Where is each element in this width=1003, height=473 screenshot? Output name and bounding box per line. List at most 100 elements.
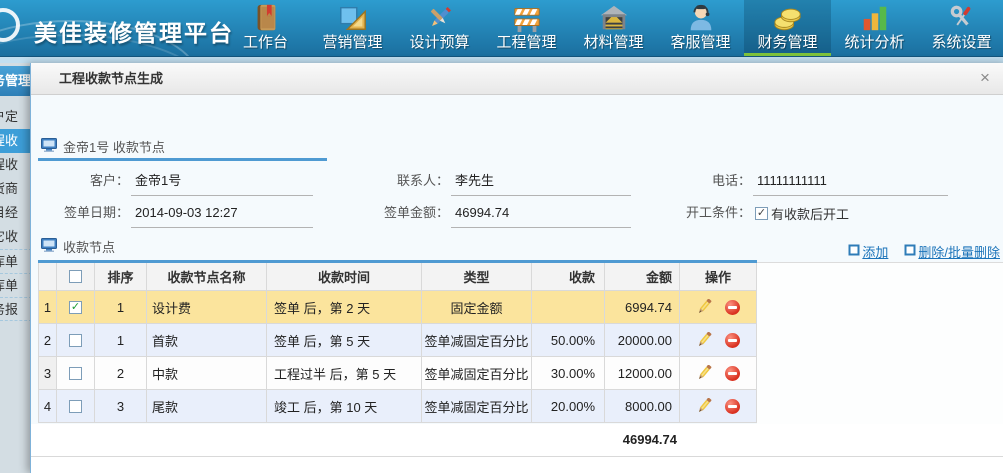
book-icon [222, 0, 309, 34]
phone-field[interactable]: 11111111111 [757, 173, 827, 189]
sidebar-item[interactable]: 务报 [0, 297, 32, 321]
ops-cell [680, 291, 757, 323]
app-title: 美佳装修管理平台 [34, 14, 234, 48]
edit-pencil-icon[interactable] [696, 332, 712, 348]
nav-item-label: 系统设置 [918, 34, 1003, 52]
row-checkbox[interactable]: ✓ [69, 301, 82, 314]
sidebar-items: 户定程收程收货商目经它收库单库单务报 [0, 105, 32, 321]
sign-date-field[interactable]: 2014-09-03 12:27 [135, 205, 238, 221]
order-cell: 1 [95, 291, 147, 323]
delete-minus-icon[interactable] [725, 399, 740, 414]
dialog-title: 工程收款节点生成 [59, 63, 163, 95]
nav-item[interactable]: 客服管理 [657, 0, 744, 57]
close-icon[interactable]: × [976, 69, 994, 87]
nav-item[interactable]: 工作台 [222, 0, 309, 57]
delete-minus-icon[interactable] [725, 333, 740, 348]
nav-item[interactable]: 系统设置 [918, 0, 1003, 57]
nav-item-label: 设计预算 [396, 34, 483, 52]
column-header: 操作 [680, 263, 757, 290]
nav-item[interactable]: 设计预算 [396, 0, 483, 57]
sidebar-item[interactable]: 户定 [0, 105, 32, 129]
column-header: 类型 [422, 263, 532, 290]
nav-item-label: 财务管理 [744, 34, 831, 52]
table-header-row: 排序收款节点名称收款时间类型收款金额操作 [39, 263, 757, 291]
phone-label: 电话： [651, 173, 751, 189]
name-cell: 首款 [147, 324, 267, 356]
sidebar-item[interactable]: 程收 [0, 153, 32, 177]
order-cell: 1 [95, 324, 147, 356]
start-condition-label: 开工条件： [651, 205, 751, 221]
sidebar-item[interactable]: 库单 [0, 249, 32, 273]
sidebar-item[interactable]: 它收 [0, 225, 32, 249]
sidebar-item[interactable]: 货商 [0, 177, 32, 201]
field-underline [451, 195, 631, 196]
field-underline [451, 227, 631, 228]
edit-pencil-icon[interactable] [696, 299, 712, 315]
nav-item[interactable]: 统计分析 [831, 0, 918, 57]
customer-field[interactable]: 金帝1号 [135, 173, 181, 189]
start-condition-text: 有收款后开工 [771, 204, 849, 223]
time-cell: 签单 后，第 5 天 [267, 324, 422, 356]
section-payment-nodes: 收款节点 [41, 237, 115, 255]
row-number: 3 [39, 357, 57, 389]
amount-cell: 6994.74 [605, 291, 680, 323]
time-cell: 签单 后，第 2 天 [267, 291, 422, 323]
row-checkbox[interactable] [69, 400, 82, 413]
table-row[interactable]: 21首款签单 后，第 5 天签单减固定百分比50.00%20000.00 [39, 324, 757, 357]
tools-icon [918, 0, 1003, 34]
nav-item[interactable]: 工程管理 [483, 0, 570, 57]
edit-pencil-icon[interactable] [696, 365, 712, 381]
column-header [39, 263, 57, 290]
field-underline [753, 195, 948, 196]
nav-item[interactable]: 营销管理 [309, 0, 396, 57]
delete-batch-link[interactable]: 删除/批量删除 [904, 242, 1000, 261]
row-checkbox[interactable] [69, 367, 82, 380]
sign-date-label: 签单日期： [39, 205, 129, 221]
nav-item[interactable]: 材料管理 [570, 0, 657, 57]
start-condition-group: ✓ 有收款后开工 [755, 204, 849, 223]
row-checkbox [57, 390, 95, 422]
sidebar-item[interactable]: 库单 [0, 273, 32, 297]
table-row[interactable]: 43尾款竣工 后，第 10 天签单减固定百分比20.00%8000.00 [39, 390, 757, 423]
ruler-icon [309, 0, 396, 34]
total-amount: 46994.74 [604, 432, 677, 447]
column-header: 金额 [605, 263, 680, 290]
type-cell: 签单减固定百分比 [422, 390, 532, 422]
nav-item-label: 统计分析 [831, 34, 918, 52]
sidebar-group-header[interactable]: 务管理 [0, 66, 32, 96]
coins-icon [744, 0, 831, 34]
application-window: 美佳装修管理平台 工作台营销管理设计预算工程管理材料管理客服管理财务管理统计分析… [0, 0, 1003, 473]
nav-item-label: 工程管理 [483, 34, 570, 52]
sign-amount-field[interactable]: 46994.74 [455, 205, 509, 221]
name-cell: 中款 [147, 357, 267, 389]
table-row[interactable]: 32中款工程过半 后，第 5 天签单减固定百分比30.00%12000.00 [39, 357, 757, 390]
ops-cell [680, 390, 757, 422]
payment-node-dialog: 工程收款节点生成 × 金帝1号 收款节点 客户： 金帝1号 联系人： 李先生 电… [30, 63, 1003, 473]
delete-minus-icon[interactable] [725, 366, 740, 381]
delete-minus-icon[interactable] [725, 300, 740, 315]
type-cell: 签单减固定百分比 [422, 324, 532, 356]
sidebar-top-strip [0, 57, 32, 63]
column-header [57, 263, 95, 290]
percent-cell: 30.00% [532, 357, 605, 389]
table-row[interactable]: 1✓1设计费签单 后，第 2 天固定金额6994.74 [39, 291, 757, 324]
sidebar-item[interactable]: 程收 [0, 129, 32, 153]
row-checkbox[interactable] [69, 334, 82, 347]
contact-label: 联系人： [351, 173, 449, 189]
table-side-area [757, 263, 1003, 424]
edit-pencil-icon[interactable] [696, 398, 712, 414]
dialog-header: 工程收款节点生成 × [31, 63, 1003, 95]
ops-cell [680, 324, 757, 356]
name-cell: 设计费 [147, 291, 267, 323]
contact-field[interactable]: 李先生 [455, 173, 494, 189]
row-number: 2 [39, 324, 57, 356]
nav-item[interactable]: 财务管理 [744, 0, 831, 57]
nav-item-label: 营销管理 [309, 34, 396, 52]
start-condition-checkbox[interactable]: ✓ [755, 207, 768, 220]
add-link[interactable]: 添加 [848, 242, 888, 261]
sidebar-item[interactable]: 目经 [0, 201, 32, 225]
select-all-checkbox[interactable] [69, 270, 82, 283]
barrier-icon [483, 0, 570, 34]
sign-amount-label: 签单金额： [351, 205, 449, 221]
amount-cell: 12000.00 [605, 357, 680, 389]
